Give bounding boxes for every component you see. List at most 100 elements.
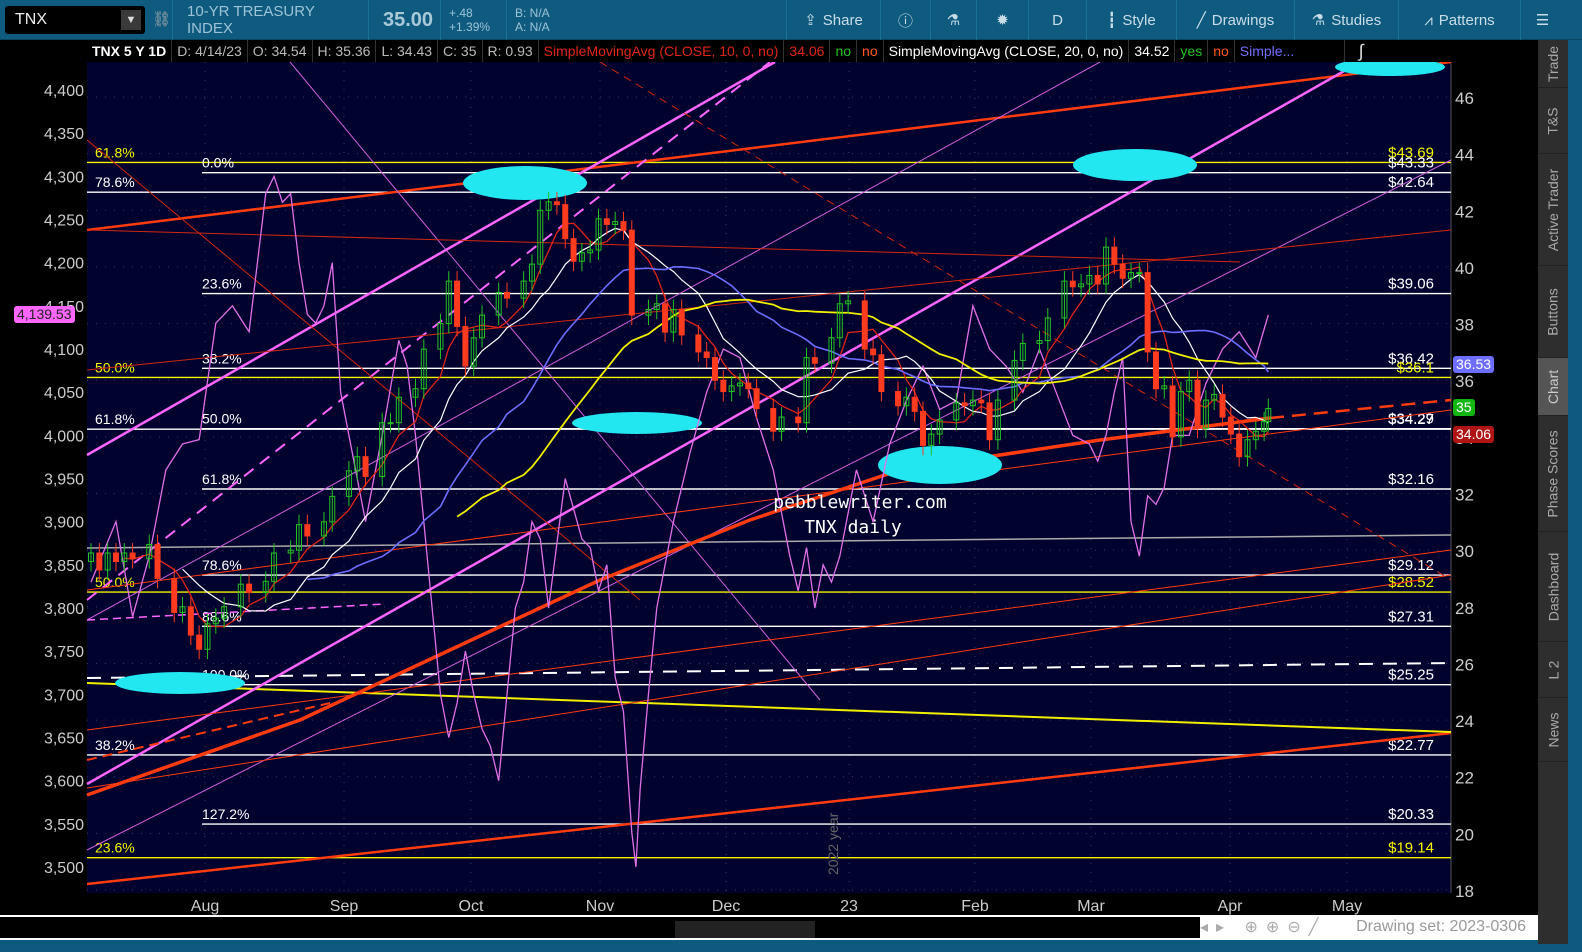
crosshair-icon[interactable]: ⊕ xyxy=(1245,919,1266,936)
x-axis-tick: Apr xyxy=(1218,898,1244,915)
right-axis-tick: 40 xyxy=(1455,259,1474,278)
price-chart[interactable]: 1820222426283032343638404244463,5003,550… xyxy=(0,62,1538,915)
link-icon[interactable]: ⛓ xyxy=(152,10,171,28)
left-axis-tick: 3,850 xyxy=(44,558,84,575)
candle-body xyxy=(246,583,253,594)
sidebar-tab-news[interactable]: News xyxy=(1538,698,1568,762)
left-axis-tick: 3,700 xyxy=(44,687,84,704)
chart-title: TNX 5 Y 1D xyxy=(87,40,173,62)
study-sma20[interactable]: SimpleMovingAvg (CLOSE, 20, 0, no) xyxy=(884,40,1130,62)
sidebar-tab-active-trader[interactable]: Active Trader xyxy=(1538,154,1568,266)
candle-body xyxy=(895,391,902,407)
candle-body xyxy=(154,543,161,579)
candle-body xyxy=(911,396,918,412)
spx-price-tag: 4,139.53 xyxy=(14,306,75,323)
chevron-down-icon[interactable]: ▼ xyxy=(121,10,141,30)
x-axis-tick: Nov xyxy=(586,898,614,915)
share-label: Share xyxy=(822,11,863,29)
patterns-label: Patterns xyxy=(1438,11,1495,29)
chart-panel[interactable]: 1820222426283032343638404244463,5003,550… xyxy=(0,62,1538,915)
left-axis-tick: 4,250 xyxy=(44,213,84,230)
candle-body xyxy=(986,402,993,441)
watermark-site: pebblewriter.com xyxy=(773,492,946,513)
plot-background xyxy=(87,62,1451,893)
patterns-icon: ⩘ xyxy=(1424,11,1433,29)
drawings-button[interactable]: ╱ Drawings xyxy=(1176,0,1294,40)
right-axis-tick: 32 xyxy=(1455,486,1474,505)
zoom-in-icon[interactable]: ⊕ xyxy=(1266,919,1287,936)
right-axis-tick: 42 xyxy=(1455,202,1474,221)
fib-level-label: 38.2% xyxy=(95,737,135,753)
draw-line-icon[interactable]: ╱ xyxy=(1309,919,1327,936)
fib-price-label: $27.31 xyxy=(1388,608,1434,625)
left-axis-tick: 3,550 xyxy=(44,817,84,834)
fib-price-label: $19.14 xyxy=(1388,840,1434,857)
flask-icon: ⚗ xyxy=(946,12,961,29)
study-sma10[interactable]: SimpleMovingAvg (CLOSE, 10, 0, no) xyxy=(539,40,785,62)
candle-body xyxy=(462,325,469,367)
candle-body xyxy=(1227,416,1234,435)
bid: B: N/A xyxy=(515,6,550,20)
fib-level-label: 78.6% xyxy=(95,174,135,190)
candle-icon: ┇ xyxy=(1107,12,1117,29)
candle-body xyxy=(712,357,718,381)
right-axis-tick: 38 xyxy=(1455,316,1474,335)
sidebar-tab-t-s[interactable]: T&S xyxy=(1538,88,1568,154)
right-axis-tick: 22 xyxy=(1455,769,1474,788)
x-axis-tick: Oct xyxy=(459,898,484,915)
candle-body xyxy=(978,399,985,404)
left-axis-tick: 4,000 xyxy=(44,428,84,445)
candle-body xyxy=(878,354,885,393)
left-axis-tick: 4,350 xyxy=(44,126,84,143)
sidebar-tab-phase-scores[interactable]: Phase Scores xyxy=(1538,416,1568,532)
study-toggle-icon[interactable]: ∫ xyxy=(1345,40,1369,62)
scrollbar-thumb[interactable] xyxy=(675,921,815,938)
candle-body xyxy=(96,552,103,571)
last-price: 35.00 xyxy=(368,0,440,40)
horizontal-scrollbar[interactable] xyxy=(0,917,1200,938)
drawing-set-selector[interactable]: Drawing set: 2023-0306 xyxy=(1356,918,1526,936)
candle-body xyxy=(720,379,727,393)
symbol-selector[interactable]: TNX ▼ xyxy=(5,6,145,34)
style-button[interactable]: ┇ Style xyxy=(1086,0,1176,40)
candle-body xyxy=(1169,385,1176,438)
sidebar-tab-l-2[interactable]: L 2 xyxy=(1538,642,1568,698)
toolbar: TNX ▼ ⛓ 10-YR TREASURY INDEX 35.00 +.48 +1… xyxy=(0,0,1582,40)
menu-button[interactable]: ☰ xyxy=(1520,0,1564,40)
candle-body xyxy=(695,334,702,353)
candle-body xyxy=(770,408,777,432)
flask-icon: ⚗ xyxy=(1311,12,1326,29)
studies-label: Studies xyxy=(1331,11,1382,29)
patterns-button[interactable]: ⩘ Patterns xyxy=(1398,0,1520,40)
sidebar-tab-trade[interactable]: Trade xyxy=(1538,40,1568,88)
studies-button[interactable]: ⚗ Studies xyxy=(1294,0,1398,40)
flask-button[interactable]: ⚗ xyxy=(930,0,976,40)
sidebar-tab-chart[interactable]: Chart xyxy=(1538,358,1568,416)
info-button[interactable]: ⓘ xyxy=(880,0,930,40)
sidebar-tab-buttons[interactable]: Buttons xyxy=(1538,266,1568,358)
right-axis-tick: 44 xyxy=(1455,146,1474,165)
right-axis-tick: 20 xyxy=(1455,825,1474,844)
share-button[interactable]: ⇪ Share xyxy=(786,0,880,40)
sidebar-tab-label: News xyxy=(1545,711,1562,748)
candle-body xyxy=(504,291,510,299)
study-sma20-flag2: no xyxy=(1208,40,1235,62)
left-axis-tick: 3,900 xyxy=(44,515,84,532)
candle-body xyxy=(628,229,635,316)
fib-level-label: 0.0% xyxy=(202,155,234,171)
study-sma50[interactable]: Simple... xyxy=(1235,40,1345,62)
right-axis-tick: 46 xyxy=(1455,89,1474,108)
pan-icon[interactable]: ◂▸ xyxy=(1200,919,1232,936)
period-button[interactable]: D xyxy=(1028,0,1086,40)
candle-body xyxy=(795,416,802,424)
info-icon: ⓘ xyxy=(897,12,913,30)
symbol-description: 10-YR TREASURY INDEX xyxy=(172,0,368,40)
settings-button[interactable]: ✹ xyxy=(976,0,1028,40)
candle-body xyxy=(187,606,194,636)
zoom-out-icon[interactable]: ⊖ xyxy=(1287,919,1308,936)
right-axis-tick: 26 xyxy=(1455,655,1474,674)
fib-level-label: 23.6% xyxy=(202,276,242,292)
fib-level-label: 23.6% xyxy=(95,840,135,856)
left-axis-tick: 3,750 xyxy=(44,644,84,661)
sidebar-tab-dashboard[interactable]: Dashboard xyxy=(1538,532,1568,642)
